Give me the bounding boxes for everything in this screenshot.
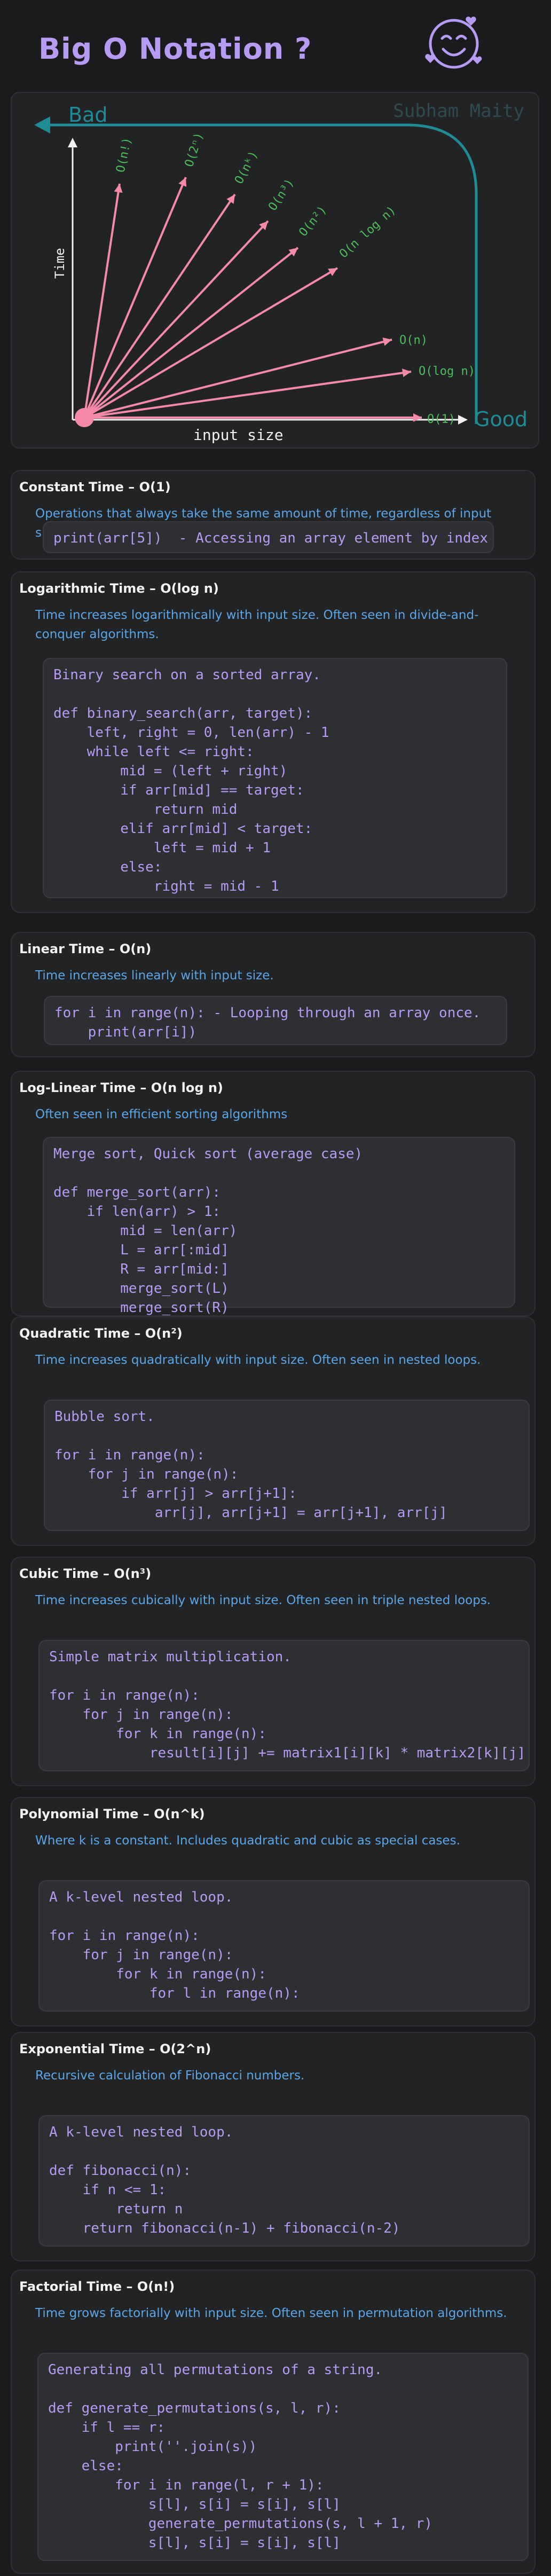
page-title: Big O Notation ?	[38, 32, 312, 66]
code-block: Merge sort, Quick sort (average case) de…	[43, 1137, 515, 1316]
card-title: Exponential Time – O(2^n)	[19, 2041, 211, 2056]
curve-line	[83, 220, 269, 419]
curve-label: O(nᵏ)	[232, 149, 261, 186]
bad-good-boundary	[44, 123, 478, 424]
card-description: Time increases linearly with input size.	[35, 969, 274, 983]
card-description: Time grows factorially with input size. …	[35, 2306, 507, 2320]
x-axis-arrow-icon	[458, 415, 468, 425]
code-block: Generating all permutations of a string.…	[37, 2353, 529, 2561]
code-block: A k-level nested loop. def fibonacci(n):…	[38, 2115, 530, 2247]
curve-label: O(log n)	[419, 365, 475, 378]
curve-label: O(2ⁿ)	[183, 131, 206, 169]
code-block: print(arr[5]) - Accessing an array eleme…	[43, 521, 494, 553]
good-label: Good	[474, 407, 528, 431]
code-block: Bubble sort. for i in range(n): for j in…	[44, 1400, 530, 1531]
card-title: Factorial Time – O(n!)	[19, 2279, 175, 2294]
complexity-graph: Subham Maity Bad Good Time input size O(…	[11, 92, 539, 449]
smiling-face-with-hearts-icon	[425, 17, 482, 69]
curve-arrow-icon	[413, 413, 422, 422]
code-block: for i in range(n): - Looping through an …	[44, 996, 507, 1045]
curve-line	[83, 267, 339, 419]
complexity-card: Quadratic Time – O(n²) Time increases qua…	[11, 1316, 536, 1546]
code-block: Simple matrix multiplication. for i in r…	[38, 1640, 530, 1771]
card-title: Polynomial Time – O(n^k)	[19, 1807, 205, 1821]
complexity-card: Factorial Time – O(n!) Time grows factori…	[11, 2269, 536, 2574]
curve-line	[84, 339, 392, 419]
card-title: Log-Linear Time – O(n log n)	[19, 1080, 223, 1095]
card-description: Often seen in efficient sorting algorith…	[35, 1108, 288, 1121]
card-description: Time increases logarithmically with inpu…	[35, 608, 479, 641]
card-description: Recursive calculation of Fibonacci numbe…	[35, 2069, 305, 2083]
curve-arrow-icon	[382, 337, 392, 346]
card-title: Cubic Time – O(n³)	[19, 1566, 152, 1581]
curve-label: O(n log n)	[337, 203, 398, 261]
bad-label: Bad	[68, 103, 107, 127]
card-title: Linear Time – O(n)	[19, 941, 152, 956]
curve-line	[83, 177, 187, 418]
card-title: Constant Time – O(1)	[19, 480, 171, 494]
curve-label: O(n)	[399, 334, 428, 347]
x-axis-label: input size	[193, 426, 284, 444]
curve-label: O(n!)	[114, 136, 134, 174]
code-block: Binary search on a sorted array. def bin…	[43, 658, 507, 898]
code-block: A k-level nested loop. for i in range(n)…	[38, 1880, 530, 2012]
origin-dot	[75, 408, 94, 427]
complexity-card: Linear Time – O(n) Time increases linearl…	[11, 932, 536, 1057]
card-description: Time increases quadratically with input …	[35, 1353, 481, 1367]
complexity-card: Polynomial Time – O(n^k) Where k is a con…	[11, 1797, 536, 2027]
curve-label: O(n³)	[266, 176, 297, 213]
y-axis-label: Time	[52, 248, 67, 279]
curve-line	[83, 183, 121, 418]
complexity-card: Constant Time – O(1) Operations that alwa…	[11, 470, 536, 560]
curve-label: O(1)	[427, 413, 455, 426]
y-axis-arrow-icon	[68, 138, 77, 147]
bad-arrow-icon	[34, 116, 50, 133]
complexity-card: Log-Linear Time – O(n log n) Often seen i…	[11, 1071, 536, 1316]
complexity-card: Exponential Time – O(2^n) Recursive calcu…	[11, 2032, 536, 2261]
complexity-card: Logarithmic Time – O(log n) Time increase…	[11, 571, 536, 913]
card-title: Logarithmic Time – O(log n)	[19, 581, 219, 596]
card-description: Where k is a constant. Includes quadrati…	[35, 1834, 460, 1848]
complexity-card: Cubic Time – O(n³) Time increases cubical…	[11, 1557, 536, 1786]
card-title: Quadratic Time – O(n²)	[19, 1326, 183, 1341]
curve-label: O(n²)	[296, 203, 329, 239]
card-description: Time increases cubically with input size…	[35, 1593, 491, 1607]
